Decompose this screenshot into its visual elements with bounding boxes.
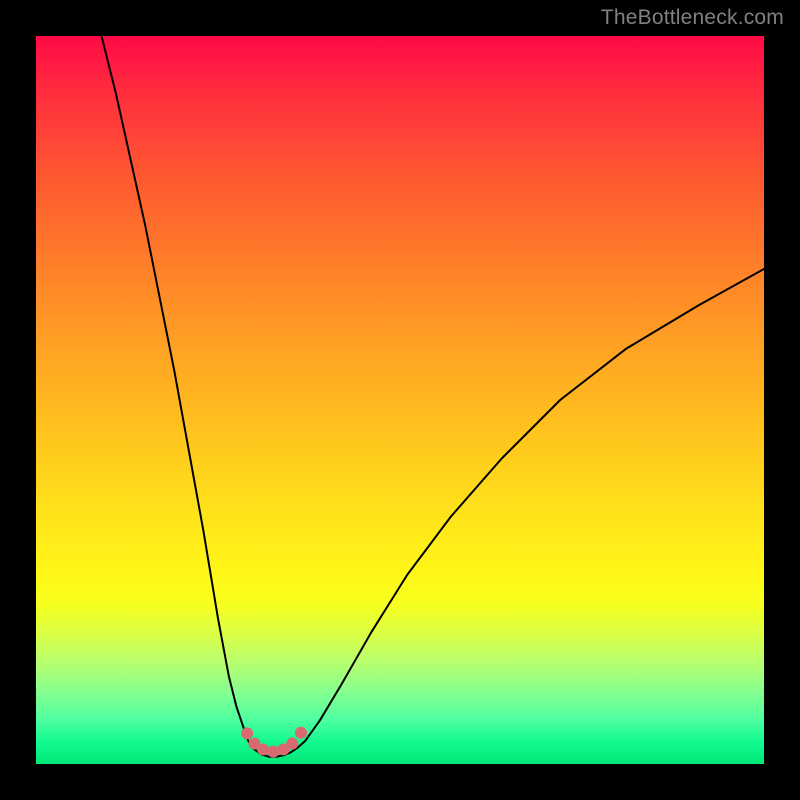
bottleneck-curve <box>102 36 764 757</box>
plot-area <box>36 36 764 764</box>
watermark-label: TheBottleneck.com <box>601 6 784 30</box>
marker-dots <box>241 727 307 758</box>
chart-frame: TheBottleneck.com <box>0 0 800 800</box>
valley-dot <box>257 743 269 755</box>
chart-svg <box>36 36 764 764</box>
valley-dot <box>241 727 253 739</box>
series-lines <box>102 36 764 757</box>
valley-dot <box>267 746 279 758</box>
valley-dot <box>295 727 307 739</box>
valley-dot <box>286 738 298 750</box>
